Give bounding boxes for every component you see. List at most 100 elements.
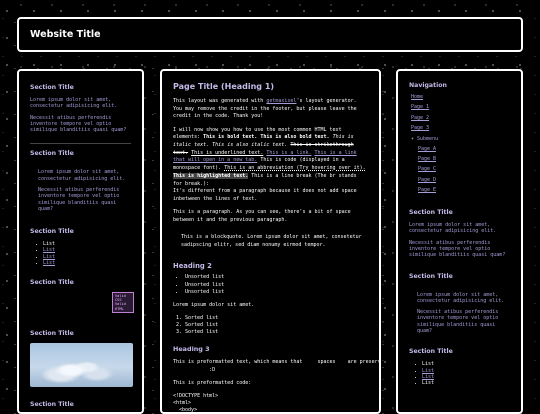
diff-text: It's different from a paragraph because … bbox=[173, 188, 357, 202]
nav-link[interactable]: Page E bbox=[418, 187, 436, 193]
left-section-4: Section Title Valid CSS Valid HTML bbox=[30, 279, 134, 314]
nav-item-page-2: Page 2 bbox=[411, 113, 510, 123]
left-section-5: Section Title bbox=[30, 329, 133, 387]
right-sidebar: Navigation Home Page 1 Page 2 Page 3 ▾ S… bbox=[396, 69, 523, 414]
submenu-list: Page A Page B Page C Page D Page E bbox=[411, 144, 510, 195]
page-title: Page Title (Heading 1) bbox=[173, 82, 275, 91]
list-link[interactable]: List bbox=[43, 254, 55, 260]
valid-badge[interactable]: Valid CSS Valid HTML bbox=[112, 292, 134, 313]
italic-text: This is also italic text. bbox=[212, 142, 288, 149]
bold-text: This is also bold text. bbox=[260, 134, 330, 141]
submenu-item: Page A bbox=[418, 144, 510, 154]
preformatted-text: :D bbox=[173, 366, 216, 373]
list-link[interactable]: List bbox=[43, 247, 55, 253]
elements-paragraph: I will now show you how to use the most … bbox=[173, 127, 368, 204]
blockquote: This is a blockquote. Lorem ipsum dolor … bbox=[173, 230, 368, 253]
list-link[interactable]: List bbox=[422, 368, 434, 374]
bold-text: This is bold text. bbox=[203, 134, 258, 141]
section-text: Lorem ipsum dolor sit amet, consectetur … bbox=[30, 97, 118, 110]
right-section-2: Section Title Lorem ipsum dolor sit amet… bbox=[409, 273, 510, 335]
heading-3: Heading 3 bbox=[173, 345, 210, 354]
left-sidebar: Section Title Lorem ipsum dolor sit amet… bbox=[17, 69, 144, 414]
section-text: Necessit atibus perferendis inventore te… bbox=[30, 114, 127, 134]
left-section-2: Section Title Lorem ipsum dolor sit amet… bbox=[30, 150, 131, 212]
list-link[interactable]: List bbox=[43, 260, 55, 266]
blockquote: Lorem ipsum dolor sit amet, consectetur … bbox=[30, 163, 131, 212]
navigation: Navigation Home Page 1 Page 2 Page 3 ▾ S… bbox=[409, 82, 510, 195]
paragraph: Lorem ipsum dolor sit amet. bbox=[173, 301, 255, 308]
section-text: Lorem ipsum dolor sit amet, consectetur … bbox=[409, 222, 497, 235]
section-title: Section Title bbox=[30, 329, 74, 337]
code-block: <!DOCTYPE html> <html> <body> bbox=[173, 392, 368, 413]
list-item: Unsorted list bbox=[185, 282, 368, 289]
nav-link[interactable]: Page B bbox=[418, 156, 436, 162]
nav-item-page-3: Page 3 bbox=[411, 123, 510, 133]
preformatted-text: This is preformatted text, which means t… bbox=[173, 359, 381, 366]
list-item: Sorted list bbox=[185, 315, 368, 322]
nav-link[interactable]: Page D bbox=[418, 177, 436, 183]
list-item: Unsorted list bbox=[185, 274, 368, 281]
unsorted-list: Unsorted list Unsorted list Unsorted lis… bbox=[173, 274, 368, 295]
section-title: Section Title bbox=[409, 348, 453, 356]
nav-submenu[interactable]: ▾ Submenu Page A Page B Page C Page D Pa… bbox=[411, 134, 510, 195]
nav-link[interactable]: Page 2 bbox=[411, 115, 429, 121]
blockquote-text: Lorem ipsum dolor sit amet, consectetur … bbox=[38, 169, 126, 182]
section-title: Section Title bbox=[30, 150, 74, 158]
sample-link[interactable]: This is a link. bbox=[266, 150, 311, 156]
blockquote-text: This is a blockquote. Lorem ipsum dolor … bbox=[181, 234, 362, 248]
left-section-3: Section Title List List List List bbox=[30, 228, 131, 266]
section-title: Section Title bbox=[409, 272, 453, 280]
side-list: List List List List bbox=[409, 361, 510, 386]
section-title: Section Title bbox=[30, 228, 74, 236]
credit-link[interactable]: getmaxisel bbox=[266, 98, 296, 104]
abbr-text[interactable]: This is an abbreviation (Try hovering ov… bbox=[224, 165, 365, 171]
paragraph: This is a paragraph. As you can see, the… bbox=[173, 209, 351, 223]
sky-image bbox=[30, 342, 133, 387]
section-title: Section Title bbox=[30, 279, 74, 287]
section-text: Necessit atibus perferendis inventore te… bbox=[409, 239, 506, 259]
paragraph: This is preformatted code: bbox=[173, 379, 252, 386]
blockquote-text: Lorem ipsum dolor sit amet, consectetur … bbox=[417, 291, 505, 304]
nav-item-home: Home bbox=[411, 92, 510, 102]
list-item: Sorted list bbox=[185, 322, 368, 329]
submenu-toggle[interactable]: ▾ Submenu bbox=[411, 136, 438, 142]
blockquote: Lorem ipsum dolor sit amet, consectetur … bbox=[409, 286, 510, 335]
nav-item-page-1: Page 1 bbox=[411, 102, 510, 112]
nav-link[interactable]: Page 3 bbox=[411, 125, 429, 131]
list-item: List bbox=[36, 260, 131, 266]
right-section-1: Section Title Lorem ipsum dolor sit amet… bbox=[409, 209, 510, 258]
list-item: Unsorted list bbox=[185, 289, 368, 296]
submenu-item: Page B bbox=[418, 154, 510, 164]
nav-list: Home Page 1 Page 2 Page 3 ▾ Submenu Page… bbox=[409, 92, 510, 195]
underline-text: This is underlined text. bbox=[191, 149, 264, 156]
side-list: List List List List bbox=[30, 241, 131, 266]
code-line: <body> bbox=[173, 406, 198, 413]
left-section-6: Section Title bbox=[30, 401, 131, 408]
sorted-list: Sorted list Sorted list Sorted list bbox=[173, 315, 368, 336]
list-link[interactable]: List bbox=[422, 374, 434, 380]
blockquote-text: Necessit atibus perferendis inventore te… bbox=[417, 309, 499, 335]
site-title: Website Title bbox=[30, 29, 101, 40]
submenu-item: Page C bbox=[418, 164, 510, 174]
submenu-item: Page E bbox=[418, 185, 510, 195]
navigation-title: Navigation bbox=[409, 82, 447, 89]
right-section-3: Section Title List List List List bbox=[409, 348, 510, 386]
intro-paragraph: This layout was generated with getmaxise… bbox=[173, 98, 368, 121]
nav-link[interactable]: Page C bbox=[418, 166, 436, 172]
blockquote-text: Necessit atibus perferendis inventore te… bbox=[38, 187, 120, 212]
list-item: List bbox=[415, 380, 510, 386]
divider bbox=[30, 143, 131, 145]
submenu-item: Page D bbox=[418, 175, 510, 185]
heading-2: Heading 2 bbox=[173, 262, 212, 271]
nav-link[interactable]: Page 1 bbox=[411, 104, 429, 110]
section-title: Section Title bbox=[30, 400, 74, 408]
highlight-text: This is highlighted text. bbox=[173, 172, 249, 179]
nav-link[interactable]: Page A bbox=[418, 146, 436, 152]
intro-text: This layout was generated with bbox=[173, 98, 267, 104]
section-title: Section Title bbox=[409, 209, 453, 217]
nav-link[interactable]: Home bbox=[411, 94, 423, 100]
main-content: Page Title (Heading 1) This layout was g… bbox=[160, 69, 381, 414]
left-section-1: Section Title Lorem ipsum dolor sit amet… bbox=[30, 84, 131, 133]
list-item: Sorted list bbox=[185, 329, 368, 336]
code-line: <!DOCTYPE html> bbox=[173, 392, 219, 399]
